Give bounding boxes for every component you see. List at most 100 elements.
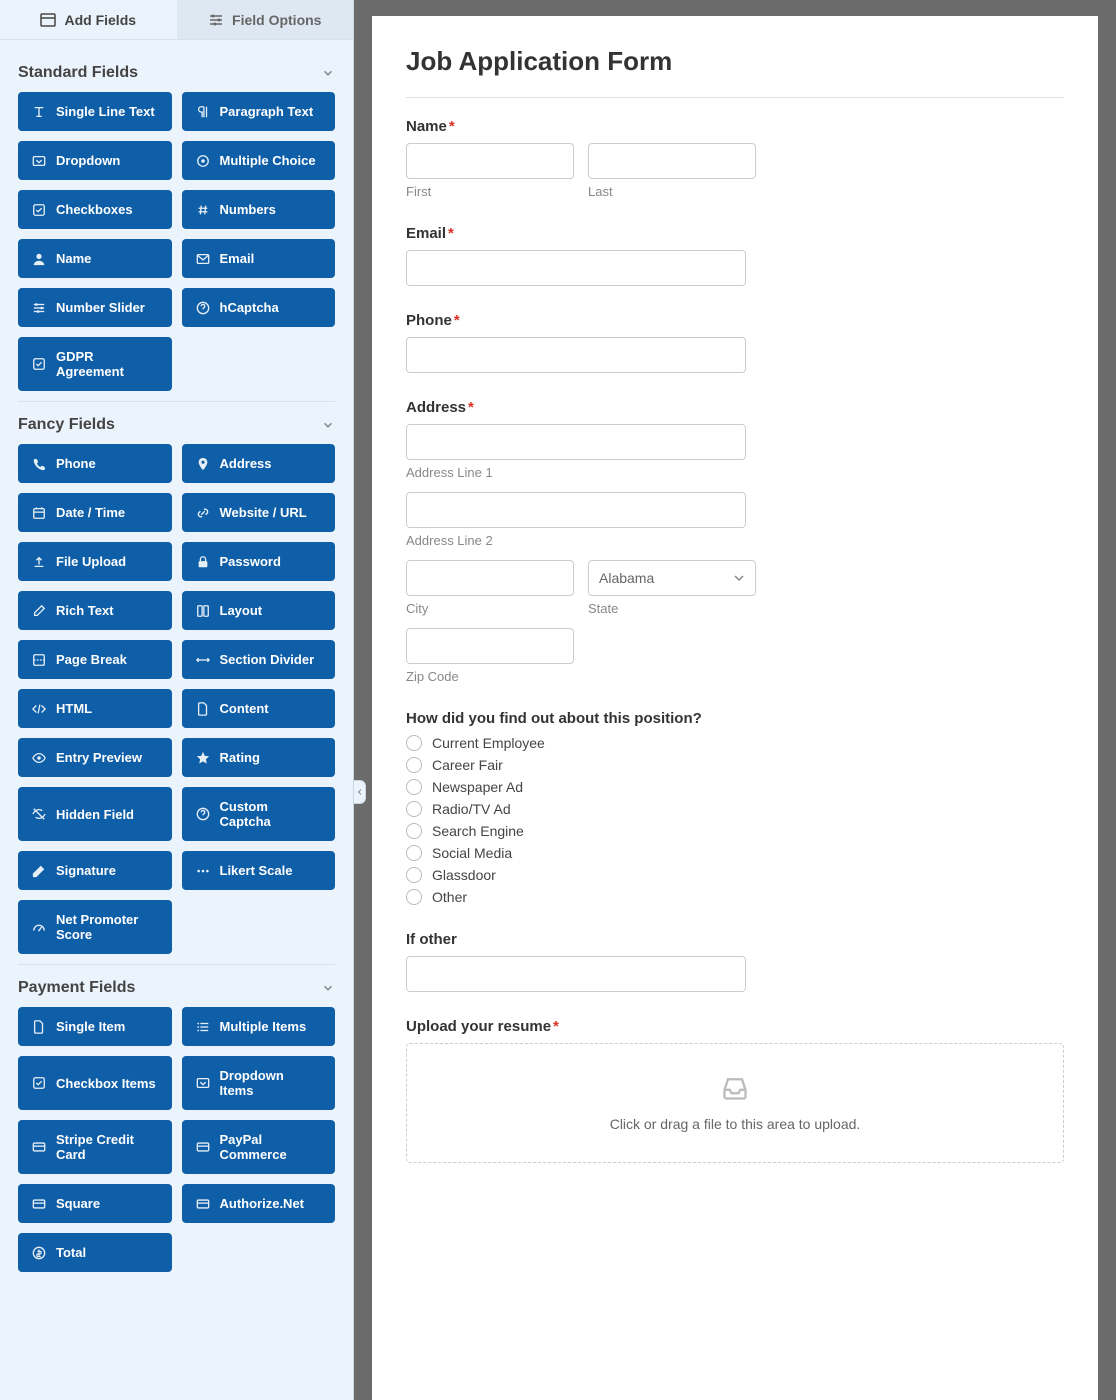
field-hcaptcha-button[interactable]: hCaptcha (182, 288, 336, 327)
field-button-label: Address (220, 456, 272, 471)
resume-upload-box[interactable]: Click or drag a file to this area to upl… (406, 1043, 1064, 1163)
hash-icon (196, 203, 210, 217)
field-authorize-net-button[interactable]: Authorize.Net (182, 1184, 336, 1223)
field-multiple-choice-button[interactable]: Multiple Choice (182, 141, 336, 180)
field-layout-button[interactable]: Layout (182, 591, 336, 630)
field-gdpr-agreement-button[interactable]: GDPR Agreement (18, 337, 172, 391)
section-standard-fields[interactable]: Standard Fields (18, 50, 335, 92)
field-resume[interactable]: Upload your resume* Click or drag a file… (406, 1018, 1064, 1163)
radio-option[interactable]: Newspaper Ad (406, 779, 1064, 795)
field-name[interactable]: Name* First Last (406, 118, 1064, 199)
text-icon (32, 105, 46, 119)
dropdown-icon (196, 1076, 210, 1090)
radio-circle-icon (406, 823, 422, 839)
tab-add-fields[interactable]: Add Fields (0, 0, 177, 39)
field-number-slider-button[interactable]: Number Slider (18, 288, 172, 327)
field-multiple-items-button[interactable]: Multiple Items (182, 1007, 336, 1046)
field-name-button[interactable]: Name (18, 239, 172, 278)
field-dropdown-items-button[interactable]: Dropdown Items (182, 1056, 336, 1110)
select-state[interactable]: Alabama (588, 560, 756, 596)
radio-circle-icon (406, 867, 422, 883)
tab-field-options[interactable]: Field Options (177, 0, 354, 39)
field-button-label: Single Line Text (56, 104, 155, 119)
field-button-label: Rich Text (56, 603, 114, 618)
input-address-line1[interactable] (406, 424, 746, 460)
collapse-sidebar-handle[interactable] (354, 780, 366, 804)
field-phone[interactable]: Phone* (406, 312, 1064, 373)
radio-option[interactable]: Social Media (406, 845, 1064, 861)
field-button-label: Likert Scale (220, 863, 293, 878)
field-checkbox-items-button[interactable]: Checkbox Items (18, 1056, 172, 1110)
source-radio-list: Current Employee Career Fair Newspaper Ad R… (406, 735, 1064, 905)
check-icon (32, 203, 46, 217)
radio-option[interactable]: Glassdoor (406, 867, 1064, 883)
field-button-label: Dropdown Items (220, 1068, 322, 1098)
input-city[interactable] (406, 560, 574, 596)
field-button-label: Checkbox Items (56, 1076, 156, 1091)
field-button-label: Total (56, 1245, 86, 1260)
field-content-button[interactable]: Content (182, 689, 336, 728)
field-dropdown-button[interactable]: Dropdown (18, 141, 172, 180)
field-checkboxes-button[interactable]: Checkboxes (18, 190, 172, 229)
chevron-down-icon (321, 66, 335, 80)
field-section-divider-button[interactable]: Section Divider (182, 640, 336, 679)
field-stripe-credit-card-button[interactable]: Stripe Credit Card (18, 1120, 172, 1174)
field-phone-button[interactable]: Phone (18, 444, 172, 483)
field-if-other[interactable]: If other (406, 931, 1064, 992)
input-zip[interactable] (406, 628, 574, 664)
field-email-button[interactable]: Email (182, 239, 336, 278)
field-website-url-button[interactable]: Website / URL (182, 493, 336, 532)
input-phone[interactable] (406, 337, 746, 373)
field-entry-preview-button[interactable]: Entry Preview (18, 738, 172, 777)
field-square-button[interactable]: Square (18, 1184, 172, 1223)
field-rich-text-button[interactable]: Rich Text (18, 591, 172, 630)
field-hidden-field-button[interactable]: Hidden Field (18, 787, 172, 841)
field-total-button[interactable]: Total (18, 1233, 172, 1272)
label-phone: Phone* (406, 312, 1064, 329)
field-single-item-button[interactable]: Single Item (18, 1007, 172, 1046)
field-html-button[interactable]: HTML (18, 689, 172, 728)
input-address-line2[interactable] (406, 492, 746, 528)
field-button-label: Website / URL (220, 505, 307, 520)
inbox-icon (721, 1074, 749, 1102)
form-divider (406, 97, 1064, 98)
radio-label: Glassdoor (432, 867, 496, 883)
input-last-name[interactable] (588, 143, 756, 179)
radio-option[interactable]: Search Engine (406, 823, 1064, 839)
field-address[interactable]: Address* Address Line 1 Address Line 2 C… (406, 399, 1064, 684)
field-rating-button[interactable]: Rating (182, 738, 336, 777)
field-button-label: Layout (220, 603, 263, 618)
field-numbers-button[interactable]: Numbers (182, 190, 336, 229)
input-if-other[interactable] (406, 956, 746, 992)
field-button-label: hCaptcha (220, 300, 279, 315)
radio-label: Other (432, 889, 467, 905)
sublabel-last: Last (588, 184, 756, 199)
radio-label: Newspaper Ad (432, 779, 523, 795)
input-email[interactable] (406, 250, 746, 286)
field-source[interactable]: How did you find out about this position… (406, 710, 1064, 905)
field-date-time-button[interactable]: Date / Time (18, 493, 172, 532)
radio-label: Current Employee (432, 735, 545, 751)
field-page-break-button[interactable]: Page Break (18, 640, 172, 679)
input-first-name[interactable] (406, 143, 574, 179)
field-single-line-text-button[interactable]: Single Line Text (18, 92, 172, 131)
field-likert-scale-button[interactable]: Likert Scale (182, 851, 336, 890)
field-password-button[interactable]: Password (182, 542, 336, 581)
radio-option[interactable]: Radio/TV Ad (406, 801, 1064, 817)
radio-option[interactable]: Career Fair (406, 757, 1064, 773)
field-file-upload-button[interactable]: File Upload (18, 542, 172, 581)
check-icon (32, 357, 46, 371)
field-button-label: Section Divider (220, 652, 315, 667)
radio-option[interactable]: Current Employee (406, 735, 1064, 751)
section-fancy-fields[interactable]: Fancy Fields (18, 401, 335, 444)
card-icon (32, 1140, 46, 1154)
field-email[interactable]: Email* (406, 225, 1064, 286)
field-paragraph-text-button[interactable]: Paragraph Text (182, 92, 336, 131)
field-paypal-commerce-button[interactable]: PayPal Commerce (182, 1120, 336, 1174)
field-address-button[interactable]: Address (182, 444, 336, 483)
field-custom-captcha-button[interactable]: Custom Captcha (182, 787, 336, 841)
field-net-promoter-score-button[interactable]: Net Promoter Score (18, 900, 172, 954)
section-payment-fields[interactable]: Payment Fields (18, 964, 335, 1007)
radio-option[interactable]: Other (406, 889, 1064, 905)
field-signature-button[interactable]: Signature (18, 851, 172, 890)
